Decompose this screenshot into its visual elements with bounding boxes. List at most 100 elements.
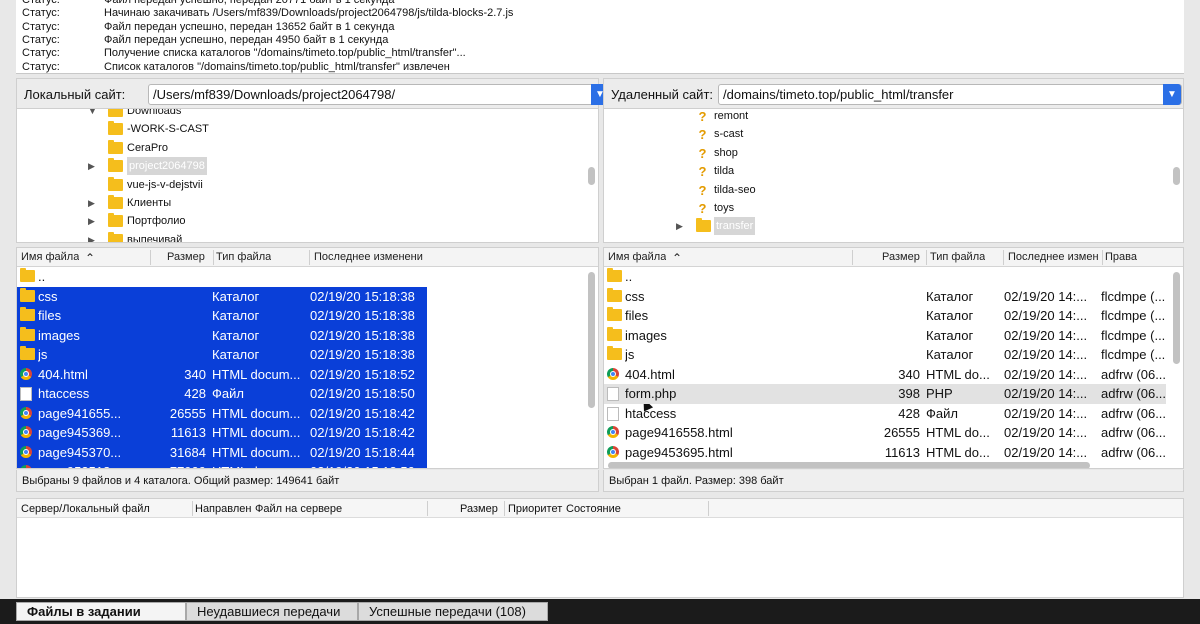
file-row[interactable]: htaccess 428 Файл 02/19/20 14:... adfrw (06.… [604,404,1166,424]
sort-ascending-icon[interactable]: ⌃ [85,251,95,265]
tree-node[interactable]: CeraPro [17,139,577,157]
file-row[interactable]: 404.html 340 HTML do... 02/19/20 14:... adfr… [604,365,1166,385]
message-log[interactable]: Статус: Файл передан успешно, передан 207… [16,0,1184,74]
col-state[interactable]: Состояние [566,503,621,515]
file-permissions: flcdmpe (... [1101,308,1166,323]
tree-node[interactable]: ▶ Клиенты [17,194,577,212]
file-type: HTML docum... [212,444,301,460]
file-row[interactable]: css Каталог 02/19/20 15:18:38 [17,286,427,306]
tree-node[interactable]: ▶ выпечивай [17,231,577,243]
tree-node-label: shop [714,146,738,159]
col-queue-size[interactable]: Размер [460,503,498,515]
expand-arrow-icon[interactable]: ▶ [88,231,98,242]
col-type[interactable]: Тип файла [930,251,985,263]
remote-tree-scrollbar[interactable] [1173,167,1180,185]
tree-node[interactable]: ? tilda-seo [604,181,1164,199]
file-type: Каталог [212,308,260,323]
folder-icon [607,346,622,360]
file-name: images [38,327,80,343]
tree-node[interactable]: ? tilda [604,162,1164,180]
file-name: page945370... [38,444,122,460]
local-list-scrollbar[interactable] [588,272,595,408]
col-direction[interactable]: Направлен [195,503,251,515]
tree-node[interactable]: ▶ Портфолио [17,212,577,230]
tree-node[interactable]: vue-js-v-dejstvii [17,176,577,194]
tree-node[interactable]: ? toys [604,199,1164,217]
tab-successful-transfers[interactable]: Успешные передачи (108) [358,602,548,621]
file-row[interactable]: js Каталог 02/19/20 14:... flcdmpe (... [604,345,1166,365]
local-directory-tree[interactable]: ▼ Downloads -WORK-S-CAST CeraPro ▶ project206… [16,108,599,243]
folder-icon [20,346,35,360]
remote-list-hscrollbar[interactable] [608,462,1090,468]
col-size[interactable]: Размер [882,251,920,263]
file-row[interactable]: .. [17,267,577,287]
tree-node[interactable]: ▶ transfer [604,217,1164,236]
tab-failed-transfers[interactable]: Неудавшиеся передачи [186,602,358,621]
tree-node[interactable]: ? shop [604,144,1164,162]
tree-node-label: -WORK-S-CAST [127,123,209,136]
remote-directory-tree[interactable]: ? remont? s-cast? shop? tilda? tilda-seo? toys… [603,108,1184,243]
remote-site-bar: Удаленный сайт: ▼ [603,78,1184,108]
tree-node-label: выпечивай [127,233,183,243]
file-size: 340 [898,366,920,382]
remote-path-input[interactable] [719,85,1161,104]
local-path-input[interactable] [149,85,589,104]
file-size: 77909 [151,462,206,468]
tree-node-label: CeraPro [127,141,168,154]
file-size: 398 [898,386,920,401]
chrome-icon [20,445,32,458]
file-row[interactable]: js Каталог 02/19/20 15:18:38 [17,345,427,365]
expand-arrow-icon[interactable]: ▶ [88,212,98,230]
col-filename[interactable]: Имя файла [21,251,79,263]
file-row[interactable]: page9416558.html 26555 HTML do... 02/19/20 … [604,423,1166,443]
file-row[interactable]: files Каталог 02/19/20 15:18:38 [17,306,427,326]
file-row[interactable]: page953518...77909 HTML docum...02/19/20 … [17,462,427,468]
file-row[interactable]: 404.html 340 HTML docum... 02/19/20 15:18:5… [17,364,427,384]
local-tree-scrollbar[interactable] [588,167,595,185]
sort-ascending-icon[interactable]: ⌃ [672,251,682,265]
expand-arrow-icon[interactable]: ▼ [88,109,98,120]
col-permissions[interactable]: Права [1105,251,1137,263]
expand-arrow-icon[interactable]: ▶ [88,194,98,212]
remote-path-dropdown-icon[interactable]: ▼ [1163,84,1181,105]
folder-icon [108,195,123,209]
col-priority[interactable]: Приоритет [508,503,562,515]
transfer-queue[interactable]: Сервер/Локальный файл Направлен Файл на … [16,498,1184,598]
file-row[interactable]: htaccess 428 Файл 02/19/20 15:18:50 [17,384,427,404]
tree-node[interactable]: ? s-cast [604,125,1164,143]
file-row[interactable]: files Каталог 02/19/20 14:... flcdmpe (... [604,306,1166,326]
remote-list-vscrollbar[interactable] [1173,272,1180,364]
file-row[interactable]: images Каталог 02/19/20 14:... flcdmpe (... [604,326,1166,346]
file-row[interactable]: page945370... 31684 HTML docum... 02/19/20 … [17,442,427,462]
tree-node[interactable]: ▼ Downloads [17,109,577,120]
tree-node[interactable]: ? remont [604,109,1164,125]
file-row[interactable]: images Каталог 02/19/20 15:18:38 [17,325,427,345]
remote-path-combo[interactable]: ▼ [718,84,1182,105]
col-server-local-file[interactable]: Сервер/Локальный файл [21,503,150,515]
expand-arrow-icon[interactable]: ▶ [676,217,686,235]
file-row[interactable]: page945369... 11613 HTML docum... 02/19/20 … [17,423,427,443]
file-name: files [625,308,649,323]
tree-node[interactable]: -WORK-S-CAST [17,120,577,138]
col-modified[interactable]: Последнее измен [1008,251,1101,263]
col-modified[interactable]: Последнее изменени [314,251,428,263]
remote-file-list[interactable]: Имя файла ⌃ Размер Тип файла Последнее и… [603,247,1184,469]
folder-icon [607,326,622,341]
col-type[interactable]: Тип файла [216,251,271,263]
col-remote-file[interactable]: Файл на сервере [255,503,342,515]
file-type: PHP [926,386,953,401]
local-file-list[interactable]: Имя файла ⌃ Размер Тип файла Последнее и… [16,247,599,469]
file-row[interactable]: .. [604,267,1166,287]
expand-arrow-icon[interactable]: ▶ [88,157,98,175]
col-size[interactable]: Размер [167,251,205,263]
file-row[interactable]: form.php 398 PHP 02/19/20 14:... adfrw (06..… [604,384,1166,404]
unknown-folder-icon: ? [698,164,707,180]
tree-node[interactable]: ▶ project2064798 [17,157,577,176]
local-path-combo[interactable]: ▼ [148,84,610,105]
file-row[interactable]: page941655... 26555 HTML docum... 02/19/20 … [17,403,427,423]
file-row[interactable]: css Каталог 02/19/20 14:... flcdmpe (... [604,287,1166,307]
tab-queued-files[interactable]: Файлы в задании [16,602,186,621]
tree-node-label: project2064798 [127,157,207,176]
col-filename[interactable]: Имя файла [608,251,666,263]
file-row[interactable]: page9453695.html 11613 HTML do... 02/19/20 … [604,443,1166,463]
